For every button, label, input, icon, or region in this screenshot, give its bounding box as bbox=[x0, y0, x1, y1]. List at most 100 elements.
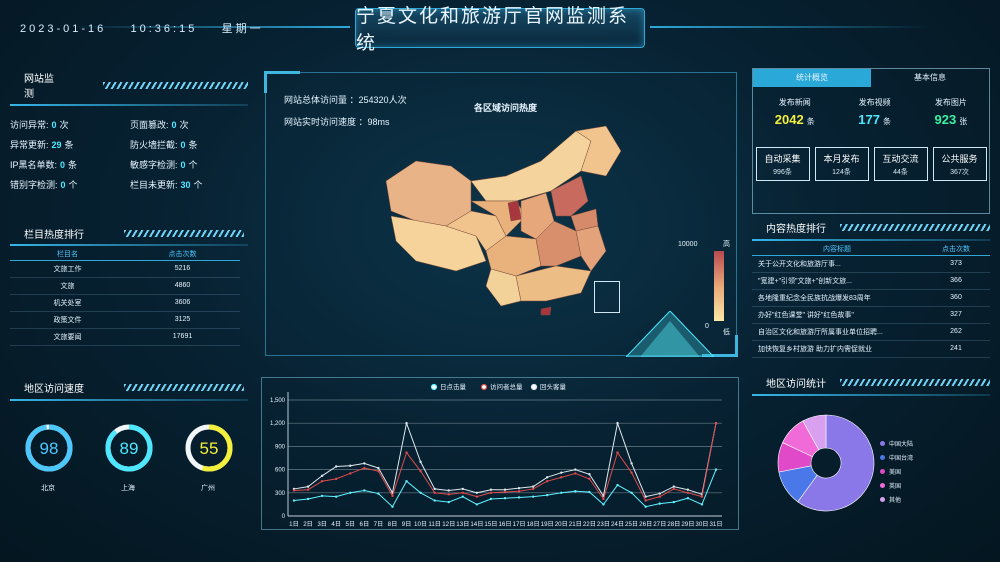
table-row[interactable]: "宽建+"引领"文旅+"创新文旅... 366 bbox=[752, 272, 990, 290]
series-point-1 bbox=[433, 491, 436, 494]
traffic-chart-panel: 0 300 600 900 1,200 1,500 1日 2日 3日 4日 5日 6日 7日 8日 9日 10… bbox=[261, 377, 739, 530]
legend-swatch bbox=[880, 469, 885, 474]
scale-high: 高 bbox=[723, 241, 730, 248]
table-row[interactable]: 办好"红色课堂" 讲好"红色故事" 327 bbox=[752, 306, 990, 324]
x-tick-label: 17日 bbox=[513, 521, 526, 528]
x-tick-label: 22日 bbox=[583, 521, 596, 528]
x-tick-label: 7日 bbox=[374, 521, 384, 528]
counter-label: 发布新闻 bbox=[778, 98, 811, 107]
tile-sub: 124条 bbox=[832, 169, 851, 176]
series-point-1 bbox=[503, 490, 507, 494]
content-title-cell: "宽建+"引领"文旅+"创新文旅... bbox=[752, 272, 922, 290]
table-row[interactable]: 自治区文化和旅游厅所属事业单位招聘... 262 bbox=[752, 323, 990, 341]
series-point-2 bbox=[489, 488, 493, 491]
column-clicks-cell: 3606 bbox=[125, 294, 240, 312]
legend-label: 英国 bbox=[889, 484, 902, 490]
table-row[interactable]: 文旅要闻 17691 bbox=[10, 328, 240, 346]
site-monitor-panel: 网站监测 访问异常: 0 次页面篡改: 0 次异常更新: 29 条防火墙拦截: 0 条 IP黑名单… bbox=[10, 70, 248, 191]
series-point-0 bbox=[306, 497, 310, 501]
x-tick-label: 1日 bbox=[289, 521, 299, 528]
series-point-0 bbox=[419, 491, 422, 494]
legend-item: 美国 bbox=[880, 467, 913, 476]
tab-basic-info[interactable]: 基本信息 bbox=[871, 69, 989, 87]
x-tick-label: 25日 bbox=[625, 521, 638, 528]
monitor-unit: 条 bbox=[188, 140, 198, 150]
tab-overview[interactable]: 统计概览 bbox=[753, 69, 871, 87]
site-monitor-header: 网站监测 bbox=[10, 70, 248, 100]
stat-counter: 发布视频 177 条 bbox=[858, 97, 891, 129]
south-sea-inset bbox=[594, 281, 620, 313]
table-row[interactable]: 各地隆重纪念全民族抗战爆发83周年 360 bbox=[752, 289, 990, 307]
gauge-row: 98 北京 89 上海 55 广州 bbox=[10, 401, 248, 501]
series-point-0 bbox=[616, 483, 619, 487]
series-point-0 bbox=[644, 505, 647, 508]
region-donut-chart[interactable] bbox=[776, 413, 876, 513]
region-speed-panel: 地区访问速度 98 北京 89 上海 55 广州 bbox=[10, 380, 248, 501]
page-title: 宁夏文化和旅游厅官网监测系统 bbox=[355, 6, 645, 54]
counter-label: 发布图片 bbox=[934, 98, 967, 107]
series-point-2 bbox=[517, 486, 521, 490]
x-tick-label: 3日 bbox=[317, 521, 327, 528]
monitor-item: 防火墙拦截: 0 条 bbox=[130, 138, 248, 151]
table-row[interactable]: 关于公开文化和旅游厅事... 373 bbox=[752, 255, 990, 273]
series-point-1 bbox=[560, 476, 563, 479]
table-row[interactable]: 机关处室 3606 bbox=[10, 294, 240, 312]
series-point-2 bbox=[616, 422, 619, 425]
gauge-city: 北京 bbox=[41, 485, 55, 492]
weekday-text: 星期一 bbox=[221, 23, 264, 35]
content-title-cell: 加快恢复乡村旅游 助力扩内需促就业 bbox=[752, 340, 922, 358]
series-point-1 bbox=[714, 422, 718, 425]
monitor-unit: 条 bbox=[68, 160, 78, 170]
content-title-cell: 办好"红色课堂" 讲好"红色故事" bbox=[752, 306, 922, 324]
realtime-speed: 网站实时访问速度 ：98ms bbox=[284, 115, 390, 128]
x-tick-label: 24日 bbox=[611, 521, 624, 528]
series-point-1 bbox=[405, 451, 408, 454]
speed-gauge: 55 bbox=[185, 424, 233, 472]
series-point-0 bbox=[630, 491, 633, 494]
counter-value: 2042 bbox=[774, 112, 804, 127]
section-divider bbox=[10, 104, 248, 106]
content-clicks-cell: 241 bbox=[922, 340, 990, 358]
table-row[interactable]: 文旅 4860 bbox=[10, 277, 240, 295]
column-header-name: 栏目名 bbox=[10, 248, 125, 261]
tile-row: 自动采集 996条 本月发布 124条 互动交流 44条 公共服务 367次 bbox=[753, 147, 989, 181]
column-clicks-cell: 5216 bbox=[125, 260, 240, 278]
stat-tile[interactable]: 自动采集 996条 bbox=[755, 147, 810, 181]
x-tick-label: 21日 bbox=[569, 521, 582, 528]
series-point-2 bbox=[574, 468, 577, 471]
table-row[interactable]: 文旅工作 5216 bbox=[10, 260, 240, 278]
tile-label: 自动采集 bbox=[764, 154, 801, 164]
legend-marker bbox=[430, 383, 438, 391]
counter-label: 发布视频 bbox=[858, 98, 891, 107]
series-point-1 bbox=[588, 477, 591, 481]
counter-value: 177 bbox=[858, 112, 880, 127]
traffic-line-chart[interactable]: 0 300 600 900 1,200 1,500 1日 2日 3日 4日 5日 6日 7日 8日 9日 10… bbox=[262, 378, 740, 531]
series-point-2 bbox=[644, 495, 647, 498]
series-point-1 bbox=[475, 495, 479, 498]
x-tick-label: 16日 bbox=[498, 521, 511, 528]
series-point-0 bbox=[560, 491, 563, 494]
series-point-1 bbox=[602, 497, 605, 501]
counter-value-row: 923 张 bbox=[934, 111, 967, 129]
x-tick-label: 14日 bbox=[470, 521, 483, 528]
tile-sub: 44条 bbox=[893, 169, 908, 176]
column-name-cell: 机关处室 bbox=[10, 294, 125, 312]
series-point-2 bbox=[546, 476, 549, 479]
column-name-cell: 文旅 bbox=[10, 277, 125, 295]
series-point-1 bbox=[546, 480, 549, 483]
stat-tile[interactable]: 本月发布 124条 bbox=[814, 147, 869, 181]
monitor-label: 异常更新: bbox=[10, 140, 49, 150]
table-row[interactable]: 加快恢复乡村旅游 助力扩内需促就业 241 bbox=[752, 340, 990, 358]
region-stats-header: 地区访问统计 bbox=[752, 375, 990, 390]
monitor-label: 敏感字检测: bbox=[130, 160, 178, 170]
region-legend: 中国大陆 中国台湾 美国 英国 其他 bbox=[880, 439, 913, 509]
legend-swatch bbox=[880, 483, 885, 488]
legend-label: 日点击量 bbox=[440, 382, 467, 391]
column-name-cell: 文旅工作 bbox=[10, 260, 125, 278]
stat-tile[interactable]: 互动交流 44条 bbox=[873, 147, 928, 181]
counter-unit: 张 bbox=[959, 117, 968, 126]
table-row[interactable]: 政策文件 3125 bbox=[10, 311, 240, 329]
stat-tile[interactable]: 公共服务 367次 bbox=[932, 147, 987, 181]
heat-scale-bar[interactable] bbox=[714, 251, 724, 321]
series-point-2 bbox=[658, 492, 661, 495]
